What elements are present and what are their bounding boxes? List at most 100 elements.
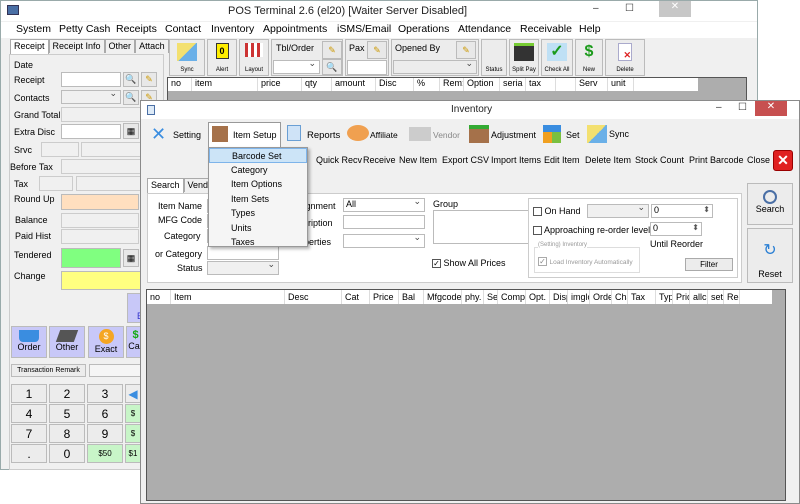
menu-operations[interactable]: Operations (398, 23, 449, 35)
key-0[interactable]: 0 (49, 444, 85, 463)
properties-select[interactable] (343, 232, 425, 248)
order-button[interactable]: Order (11, 326, 47, 358)
alert-button[interactable]: 0 Alert (207, 39, 237, 76)
col-unit[interactable]: unit (608, 78, 634, 91)
key-dot[interactable]: . (11, 444, 47, 463)
on-hand-checkbox[interactable]: On Hand (533, 206, 581, 217)
col-rec[interactable]: Rec (724, 290, 740, 304)
receive-action[interactable]: Receive (363, 155, 396, 165)
status-button[interactable]: Status (481, 39, 507, 76)
print-barcode-action[interactable]: Print Barcode (689, 155, 744, 165)
on-hand-spinner[interactable]: 0 (651, 204, 713, 218)
key-8[interactable]: 8 (49, 424, 85, 443)
receipt-input[interactable] (61, 72, 121, 87)
col-disc[interactable]: Disc (376, 78, 414, 91)
transaction-remark-button[interactable]: Transaction Remark (11, 364, 86, 377)
reset-button[interactable]: ↻ Reset (747, 228, 793, 283)
set-button[interactable]: Set (541, 123, 581, 147)
minimize-button[interactable]: – (593, 3, 599, 14)
filter-button[interactable]: Filter (685, 258, 733, 271)
new-item-action[interactable]: New Item (399, 155, 437, 165)
quick-cash-3[interactable]: $1 (125, 444, 141, 463)
calculator-button[interactable]: ▦ (123, 123, 139, 139)
assignment-select[interactable]: All (343, 196, 425, 212)
tbl-order-clear-button[interactable]: ✎ (322, 41, 342, 59)
layout-button[interactable]: Layout (239, 39, 269, 76)
on-hand-operator-select[interactable] (587, 202, 649, 218)
close-red-x-button[interactable]: ✕ (773, 150, 793, 171)
menu-help[interactable]: Help (579, 23, 601, 35)
edit-item-action[interactable]: Edit Item (544, 155, 580, 165)
contacts-search-button[interactable]: 🔍 (123, 90, 139, 105)
other-payment-button[interactable]: Other (49, 326, 85, 358)
col-disp[interactable]: Disp (550, 290, 568, 304)
col-amount[interactable]: amount (332, 78, 376, 91)
delete-button[interactable]: ✕ Delete (605, 39, 645, 76)
split-pay-button[interactable]: Split Pay (509, 39, 539, 76)
col-order[interactable]: Orde (590, 290, 612, 304)
tab-search[interactable]: Search (147, 178, 184, 193)
col-no[interactable]: no (168, 78, 192, 91)
col-tax[interactable]: tax (526, 78, 556, 91)
tbl-order-select[interactable] (273, 58, 320, 74)
menu-contact[interactable]: Contact (165, 23, 201, 35)
group-list[interactable] (433, 210, 529, 244)
affiliate-button[interactable]: Affiliate (346, 123, 406, 147)
col-serv[interactable]: Serv (576, 78, 608, 91)
partial-button[interactable]: E (127, 293, 143, 323)
transaction-remark-input[interactable] (89, 364, 141, 377)
tab-receipt-info[interactable]: Receipt Info (48, 39, 105, 53)
menu-petty-cash[interactable]: Petty Cash (59, 23, 110, 35)
exact-button[interactable]: $ Exact (88, 326, 124, 358)
backspace-button[interactable]: ◀ (125, 384, 141, 403)
col-percent[interactable]: % (414, 78, 440, 91)
col-allc[interactable]: allc (690, 290, 708, 304)
col-se[interactable]: Se (484, 290, 498, 304)
menu-system[interactable]: System (16, 23, 51, 35)
col-price[interactable]: Price (370, 290, 399, 304)
delete-item-action[interactable]: Delete Item (585, 155, 631, 165)
col-blank[interactable] (556, 78, 576, 91)
close-button[interactable]: ✕ (659, 1, 691, 17)
import-items-action[interactable]: Import Items (491, 155, 541, 165)
vendor-button[interactable]: Vendor (407, 123, 465, 147)
tab-attach[interactable]: Attach (135, 39, 169, 53)
col-serial[interactable]: seria (500, 78, 526, 91)
menu-item-category[interactable]: Category (209, 163, 307, 178)
col-imglc[interactable]: imglc (568, 290, 590, 304)
key-2[interactable]: 2 (49, 384, 85, 403)
quick-recv-action[interactable]: Quick Recv (316, 155, 362, 165)
key-3[interactable]: 3 (87, 384, 123, 403)
opened-by-select[interactable] (393, 58, 477, 74)
inventory-sync-button[interactable]: Sync (585, 123, 633, 147)
tab-receipt[interactable]: Receipt (10, 39, 49, 54)
menu-attendance[interactable]: Attendance (458, 23, 511, 35)
col-price2[interactable]: Pric (673, 290, 690, 304)
key-1[interactable]: 1 (11, 384, 47, 403)
description-input[interactable] (343, 215, 425, 229)
col-set[interactable]: set (708, 290, 724, 304)
pax-input[interactable] (347, 60, 387, 75)
key-4[interactable]: 4 (11, 404, 47, 423)
maximize-button[interactable]: ☐ (625, 3, 634, 14)
reorder-spinner[interactable]: 0 (650, 222, 702, 236)
col-no[interactable]: no (147, 290, 171, 304)
quick-cash-2[interactable]: $ (125, 424, 141, 443)
adjustment-button[interactable]: Adjustment (467, 123, 537, 147)
col-remark[interactable]: Rem: (440, 78, 464, 91)
opened-by-clear-button[interactable]: ✎ (456, 41, 476, 59)
col-price[interactable]: price (258, 78, 302, 91)
menu-item-taxes[interactable]: Taxes (209, 235, 307, 250)
load-auto-checkbox[interactable]: ✓ Load Inventory Automatically (538, 256, 633, 267)
col-mfgcode[interactable]: Mfgcode (424, 290, 462, 304)
sync-button[interactable]: Sync (169, 39, 205, 76)
contacts-select[interactable] (61, 88, 121, 104)
menu-appointments[interactable]: Appointments (263, 23, 327, 35)
menu-receivable[interactable]: Receivable (520, 23, 572, 35)
col-item[interactable]: item (192, 78, 258, 91)
col-item[interactable]: Item (171, 290, 285, 304)
receipt-search-button[interactable]: 🔍 (123, 72, 139, 87)
menu-isms-email[interactable]: iSMS/Email (337, 23, 391, 35)
item-setup-button[interactable]: Item Setup (208, 122, 281, 148)
tbl-order-search-button[interactable]: 🔍 (322, 59, 342, 75)
